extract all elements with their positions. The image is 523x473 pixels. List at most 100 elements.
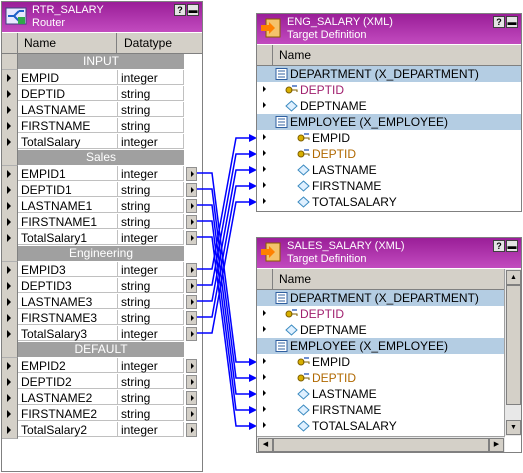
input-port-handle[interactable]	[259, 147, 270, 161]
input-port-handle[interactable]	[259, 179, 270, 193]
port-row[interactable]: TotalSalary3 integer	[2, 326, 202, 343]
output-port-handle[interactable]	[186, 327, 197, 341]
port-row[interactable]: EMPID1 integer	[2, 166, 202, 183]
port-row[interactable]: EMPID2 integer	[2, 358, 202, 375]
link-engineering-0[interactable]	[197, 137, 252, 270]
port-row[interactable]: LASTNAME3 string	[2, 294, 202, 311]
link-engineering-3[interactable]	[197, 185, 252, 318]
input-port-handle[interactable]	[259, 387, 270, 401]
link-engineering-2[interactable]	[197, 169, 252, 302]
row-selector[interactable]	[2, 166, 18, 183]
output-port-handle[interactable]	[186, 215, 197, 229]
eng-salary-target[interactable]: ENG_SALARY (XML) Target Definition ? ▬ N…	[256, 13, 522, 212]
input-port-handle[interactable]	[259, 371, 270, 385]
xml-node-row[interactable]: TOTALSALARY	[257, 418, 505, 434]
scroll-up-button[interactable]: ▲	[506, 270, 521, 285]
row-selector[interactable]	[2, 198, 18, 215]
scroll-thumb[interactable]	[506, 285, 521, 405]
xml-node-row[interactable]: DEPTID	[257, 146, 521, 162]
vertical-scrollbar[interactable]: ▲ ▼	[504, 269, 521, 436]
xml-node-row[interactable]: DEPTID	[257, 82, 521, 98]
link-sales-1[interactable]	[197, 188, 252, 379]
column-datatype-header[interactable]: Datatype	[118, 33, 202, 53]
xml-node-row[interactable]: DEPTNAME	[257, 322, 505, 338]
column-name-header[interactable]: Name	[273, 45, 521, 65]
xml-node-row[interactable]: DEPTID	[257, 370, 505, 386]
horizontal-scroll-thumb[interactable]	[273, 438, 489, 452]
router-transformation[interactable]: RTR_SALARY Router ? ▬ Name Datatype INPU…	[1, 1, 203, 472]
xml-node-row[interactable]: TOTALSALARY	[257, 194, 521, 210]
row-selector[interactable]	[2, 278, 18, 295]
port-row[interactable]: DEPTID string	[2, 86, 202, 103]
port-row[interactable]: EMPID integer	[2, 70, 202, 87]
xml-node-row[interactable]: DEPTID	[257, 306, 505, 322]
output-port-handle[interactable]	[186, 199, 197, 213]
input-port-handle[interactable]	[259, 419, 270, 433]
port-row[interactable]: DEPTID3 string	[2, 278, 202, 295]
eng-salary-title-bar[interactable]: ENG_SALARY (XML) Target Definition ? ▬	[257, 14, 521, 44]
minimize-button[interactable]: ▬	[187, 4, 199, 16]
link-engineering-4[interactable]	[197, 201, 252, 334]
xml-node-row[interactable]: EMPID	[257, 354, 505, 370]
xml-node-row[interactable]: FIRSTNAME	[257, 402, 505, 418]
output-port-handle[interactable]	[186, 391, 197, 405]
row-selector[interactable]	[2, 406, 18, 423]
output-port-handle[interactable]	[186, 375, 197, 389]
row-selector[interactable]	[2, 70, 18, 87]
port-row[interactable]: LASTNAME2 string	[2, 390, 202, 407]
link-engineering-1[interactable]	[197, 153, 252, 286]
port-row[interactable]: FIRSTNAME string	[2, 118, 202, 135]
output-port-handle[interactable]	[186, 183, 197, 197]
input-port-handle[interactable]	[259, 323, 270, 337]
xml-node-row[interactable]: EMPID	[257, 130, 521, 146]
minimize-button[interactable]: ▬	[506, 16, 518, 28]
row-selector[interactable]	[2, 118, 18, 135]
row-selector[interactable]	[2, 102, 18, 119]
port-row[interactable]: TotalSalary2 integer	[2, 422, 202, 439]
link-sales-2[interactable]	[197, 204, 252, 395]
row-selector[interactable]	[2, 294, 18, 311]
scroll-down-button[interactable]: ▼	[506, 420, 521, 435]
input-port-handle[interactable]	[259, 307, 270, 321]
input-port-handle[interactable]	[259, 83, 270, 97]
row-selector[interactable]	[2, 390, 18, 407]
router-title-bar[interactable]: RTR_SALARY Router ? ▬	[2, 2, 202, 32]
output-port-handle[interactable]	[186, 423, 197, 437]
row-selector[interactable]	[2, 326, 18, 343]
row-selector[interactable]	[2, 262, 18, 279]
port-row[interactable]: DEPTID2 string	[2, 374, 202, 391]
row-selector[interactable]	[2, 358, 18, 375]
output-port-handle[interactable]	[186, 279, 197, 293]
row-selector[interactable]	[2, 134, 18, 151]
output-port-handle[interactable]	[186, 295, 197, 309]
link-sales-0[interactable]	[197, 172, 252, 363]
row-selector[interactable]	[2, 374, 18, 391]
port-row[interactable]: FIRSTNAME2 string	[2, 406, 202, 423]
port-row[interactable]: DEPTID1 string	[2, 182, 202, 199]
xml-node-row[interactable]: DEPARTMENT (X_DEPARTMENT)	[257, 290, 505, 306]
input-port-handle[interactable]	[259, 99, 270, 113]
scroll-right-button[interactable]: ▶	[489, 438, 504, 452]
row-selector[interactable]	[2, 310, 18, 327]
xml-node-row[interactable]: DEPARTMENT (X_DEPARTMENT)	[257, 66, 521, 82]
output-port-handle[interactable]	[186, 311, 197, 325]
output-port-handle[interactable]	[186, 231, 197, 245]
output-port-handle[interactable]	[186, 263, 197, 277]
help-button[interactable]: ?	[174, 4, 186, 16]
input-port-handle[interactable]	[259, 163, 270, 177]
xml-node-row[interactable]: LASTNAME	[257, 386, 505, 402]
row-selector[interactable]	[2, 230, 18, 247]
xml-node-row[interactable]: FIRSTNAME	[257, 178, 521, 194]
xml-node-row[interactable]: LASTNAME	[257, 162, 521, 178]
output-port-handle[interactable]	[186, 167, 197, 181]
input-port-handle[interactable]	[259, 355, 270, 369]
port-row[interactable]: LASTNAME1 string	[2, 198, 202, 215]
row-selector[interactable]	[2, 86, 18, 103]
output-port-handle[interactable]	[186, 359, 197, 373]
column-name-header[interactable]: Name	[18, 33, 117, 53]
help-button[interactable]: ?	[493, 16, 505, 28]
link-sales-3[interactable]	[197, 220, 252, 411]
column-name-header[interactable]: Name	[273, 269, 521, 289]
row-selector[interactable]	[2, 214, 18, 231]
input-port-handle[interactable]	[259, 195, 270, 209]
